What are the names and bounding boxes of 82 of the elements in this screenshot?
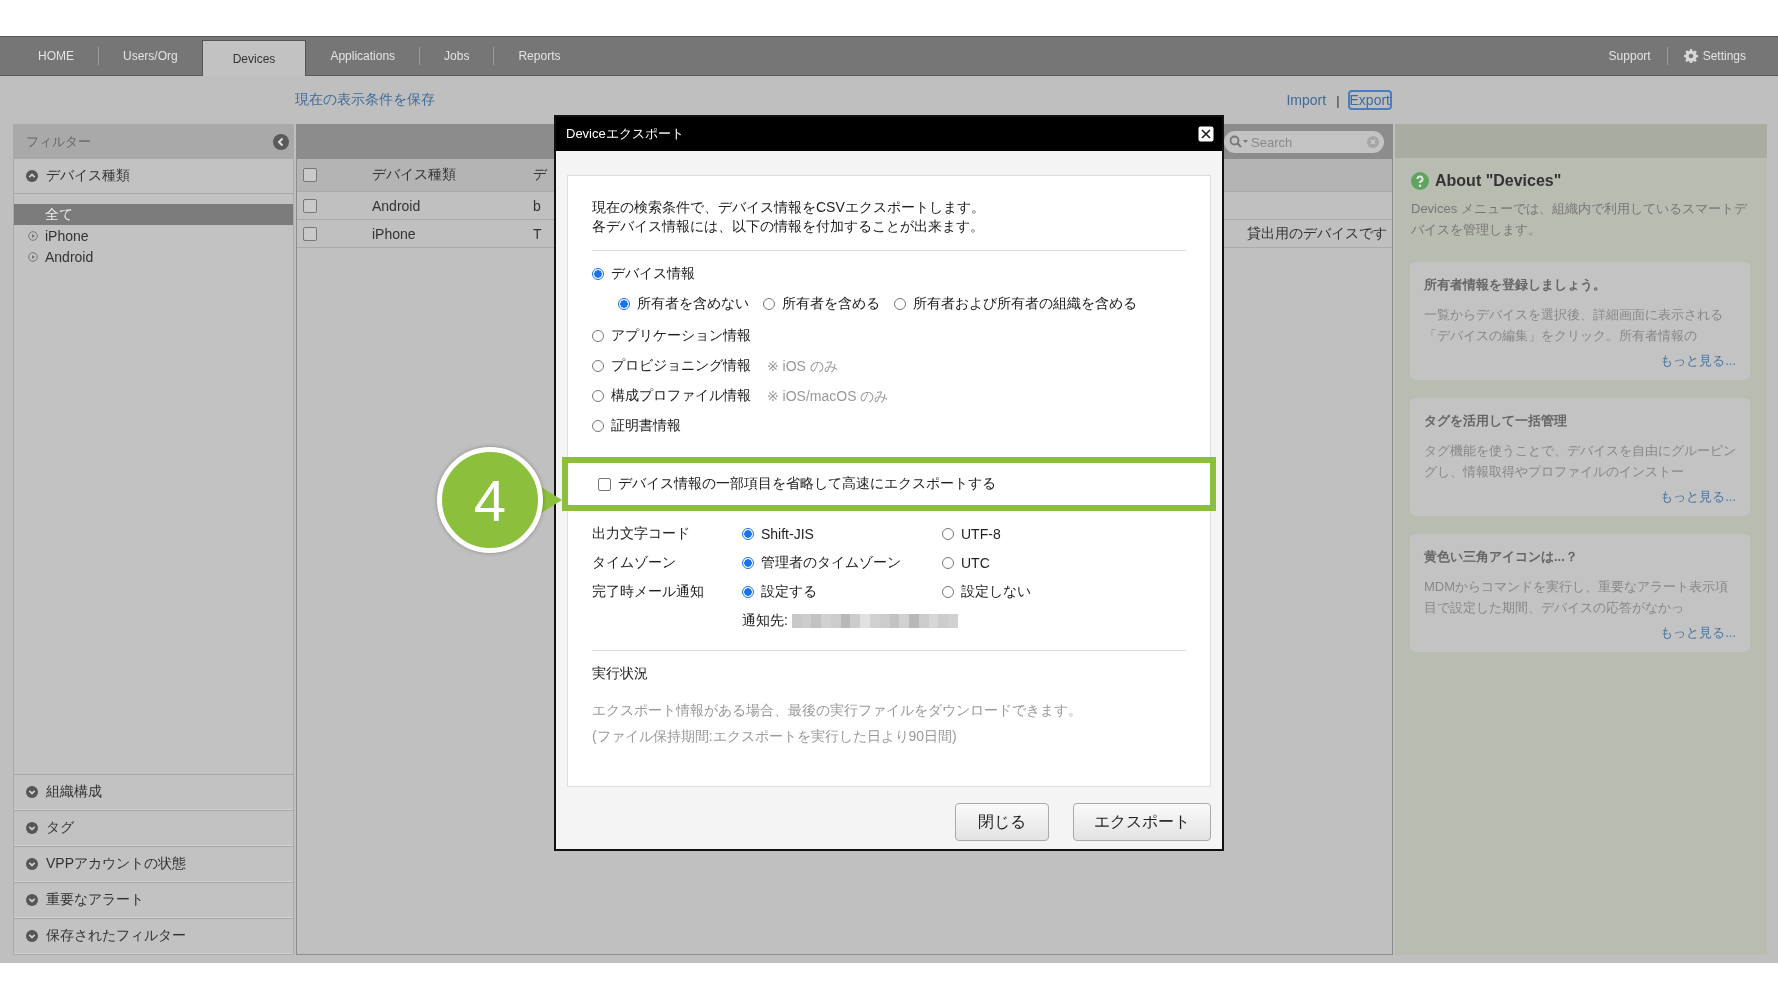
nav-tab[interactable]: Devices <box>201 40 307 76</box>
settings-icon <box>1683 49 1698 63</box>
info-type-option[interactable]: デバイス情報 <box>592 259 695 289</box>
row-checkbox[interactable] <box>303 198 317 213</box>
setting-option[interactable]: UTF-8 <box>942 518 1142 549</box>
owner-option[interactable]: 所有者および所有者の組織を含める <box>894 289 1137 319</box>
radio-button[interactable] <box>942 585 954 598</box>
filter-section[interactable]: VPPアカウントの状態 <box>14 846 293 882</box>
setting-option[interactable]: 設定しない <box>942 576 1142 607</box>
fast-export-option[interactable]: デバイス情報の一部項目を省略して高速にエクスポートする <box>598 469 996 499</box>
tip-title: 黄色い三角アイコンは...？ <box>1424 548 1579 566</box>
info-type-option[interactable]: アプリケーション情報 <box>592 321 751 351</box>
filter-section[interactable]: デバイス種類 <box>14 159 293 194</box>
settings-link[interactable]: Settings <box>1667 49 1762 63</box>
radio-button[interactable] <box>592 330 604 342</box>
dialog-button[interactable]: エクスポート <box>1073 803 1211 841</box>
filter-item[interactable]: Android <box>14 246 293 267</box>
setting-option[interactable]: Shift-JIS <box>742 518 942 549</box>
radio-button[interactable] <box>592 268 604 280</box>
radio-button[interactable] <box>592 390 604 402</box>
column-header: デ <box>533 166 547 184</box>
row-checkbox[interactable] <box>303 226 317 241</box>
nav-tab[interactable]: Applications <box>306 37 420 75</box>
owner-option[interactable]: 所有者を含める <box>763 289 880 319</box>
setting-label: 出力文字コード <box>592 524 691 543</box>
close-icon[interactable] <box>1198 126 1214 142</box>
nav-tab[interactable]: Reports <box>494 37 585 75</box>
setting-option[interactable]: 設定する <box>742 576 942 607</box>
collapse-icon[interactable] <box>273 134 289 150</box>
radio-button[interactable] <box>592 420 604 432</box>
radio-button[interactable] <box>742 527 754 540</box>
filter-section[interactable]: 保存されたフィルター <box>14 918 293 954</box>
intro-text: 現在の検索条件で、デバイス情報をCSVエクスポートします。 各デバイス情報には、以下の情報を付加することが出来ます。 <box>592 198 986 236</box>
dialog-title: Deviceエクスポート <box>566 125 684 143</box>
table-cell: T <box>533 225 542 242</box>
setting-label: 完了時メール通知 <box>592 582 705 601</box>
table-cell: iPhone <box>372 225 416 242</box>
filter-section[interactable]: 組織構成 <box>14 774 293 810</box>
column-header: デバイス種類 <box>372 166 456 184</box>
setting-option[interactable]: 管理者のタイムゾーン <box>742 547 942 578</box>
filter-item[interactable]: 全て <box>14 204 293 225</box>
note-text: ※ iOS/macOS のみ <box>767 387 889 406</box>
radio-button[interactable] <box>592 360 604 372</box>
info-type-option[interactable]: 構成プロファイル情報 <box>592 381 751 411</box>
nav-tab[interactable]: Users/Org <box>99 37 202 75</box>
about-title: About "Devices" <box>1435 172 1562 190</box>
note-text: ※ iOS のみ <box>767 357 838 376</box>
tip-title: タグを活用して一括管理 <box>1424 412 1568 430</box>
info-type-option[interactable]: 証明書情報 <box>592 411 681 441</box>
support-link[interactable]: Support <box>1592 49 1667 63</box>
search-field[interactable]: Search <box>1224 131 1384 153</box>
link-divider: | <box>1336 92 1340 108</box>
search-icon <box>1229 135 1249 149</box>
notify-label: 通知先: <box>742 612 788 630</box>
radio-button[interactable] <box>942 556 954 569</box>
select-all-checkbox[interactable] <box>303 168 317 182</box>
table-cell: b <box>533 197 541 214</box>
nav-tab[interactable]: Jobs <box>420 37 494 75</box>
nav-tab[interactable]: HOME <box>14 37 98 75</box>
info-type-option[interactable]: プロビジョニング情報 <box>592 351 751 381</box>
setting-option[interactable]: UTC <box>942 547 1142 578</box>
checkbox[interactable] <box>598 477 611 491</box>
table-cell: 貸出用のデバイスです <box>1247 224 1387 243</box>
owner-option[interactable]: 所有者を含めない <box>618 289 749 319</box>
play-icon <box>28 251 38 262</box>
help-icon <box>1411 172 1429 190</box>
tip-title: 所有者情報を登録しましょう。 <box>1424 276 1607 294</box>
setting-label: タイムゾーン <box>592 553 677 572</box>
radio-button[interactable] <box>742 585 754 598</box>
radio-button[interactable] <box>763 298 775 310</box>
status-title: 実行状況 <box>592 665 649 683</box>
dialog-button[interactable]: 閉じる <box>955 803 1049 841</box>
radio-button[interactable] <box>894 298 906 310</box>
radio-button[interactable] <box>742 556 754 569</box>
status-text: エクスポート情報がある場合、最後の実行ファイルをダウンロードできます。 (ファイル保持期間:エクスポートを実行した日より90日間) <box>592 701 1083 746</box>
radio-button[interactable] <box>942 527 954 540</box>
play-icon <box>28 230 38 241</box>
filter-section[interactable]: 重要なアラート <box>14 882 293 918</box>
filter-item[interactable]: iPhone <box>14 225 293 246</box>
table-cell: Android <box>372 197 421 214</box>
radio-button[interactable] <box>618 298 630 310</box>
filter-section[interactable]: タグ <box>14 810 293 846</box>
